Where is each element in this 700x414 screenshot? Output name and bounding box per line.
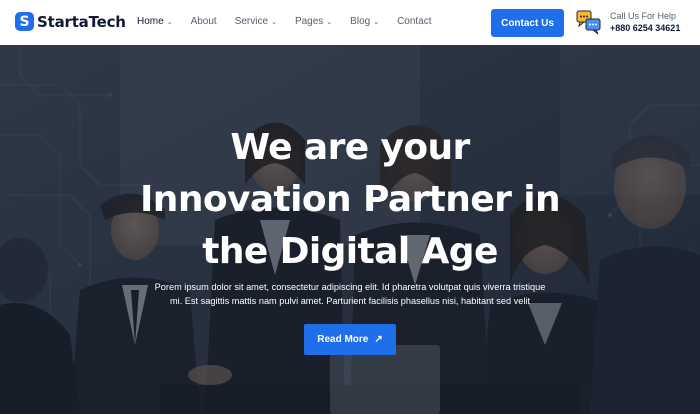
- help-label: Call Us For Help: [610, 10, 677, 21]
- hero-description-line: Porem ipsum dolor sit amet, consectetur …: [154, 282, 546, 292]
- help-phone[interactable]: +880 6254 34621: [610, 22, 680, 35]
- hero-title-line: Innovation Partner in: [140, 179, 561, 220]
- hero-title-line: We are your: [230, 127, 470, 168]
- chat-bubbles-icon: [576, 9, 602, 35]
- hero-section: We are your Innovation Partner in the Di…: [0, 45, 700, 414]
- nav-item-pages[interactable]: Pages ⌄: [295, 16, 332, 27]
- nav-item-label: Blog: [350, 16, 371, 27]
- nav-item-label: Pages: [294, 16, 324, 27]
- read-more-button[interactable]: Read More ↗: [304, 324, 396, 355]
- nav-item-blog[interactable]: Blog ⌄: [350, 16, 379, 27]
- brand-name: StartaTech: [37, 12, 126, 31]
- help-contact[interactable]: Call Us For Help +880 6254 34621: [576, 9, 680, 35]
- nav-item-label: Contact: [397, 16, 432, 27]
- chevron-down-icon: ⌄: [326, 18, 333, 26]
- site-header: S StartaTech Home ⌄ About Service ⌄ Page…: [0, 0, 700, 45]
- nav-item-about[interactable]: About: [191, 16, 217, 27]
- read-more-label: Read More: [317, 334, 369, 345]
- hero-title: We are your Innovation Partner in the Di…: [100, 122, 600, 278]
- arrow-up-right-icon: ↗: [374, 334, 383, 345]
- main-nav: Home ⌄ About Service ⌄ Pages ⌄ Blog ⌄ Co…: [137, 16, 450, 27]
- nav-item-service[interactable]: Service ⌄: [235, 16, 277, 27]
- nav-item-label: Home: [137, 16, 164, 27]
- brand-logo[interactable]: S StartaTech: [15, 12, 126, 31]
- nav-item-home[interactable]: Home ⌄: [137, 16, 173, 27]
- chevron-down-icon: ⌄: [166, 18, 173, 26]
- hero-description-line: mi. Est sagittis mattis nam pulvi amet. …: [170, 296, 530, 306]
- hero-title-line: the Digital Age: [202, 231, 498, 272]
- logo-mark: S: [15, 12, 34, 31]
- nav-item-label: Service: [234, 16, 269, 27]
- chevron-down-icon: ⌄: [271, 18, 277, 26]
- nav-item-contact[interactable]: Contact: [397, 16, 431, 27]
- nav-item-label: About: [190, 16, 217, 27]
- contact-us-button[interactable]: Contact Us: [491, 9, 564, 37]
- chevron-down-icon: ⌄: [373, 18, 380, 26]
- hero-description: Porem ipsum dolor sit amet, consectetur …: [140, 280, 560, 308]
